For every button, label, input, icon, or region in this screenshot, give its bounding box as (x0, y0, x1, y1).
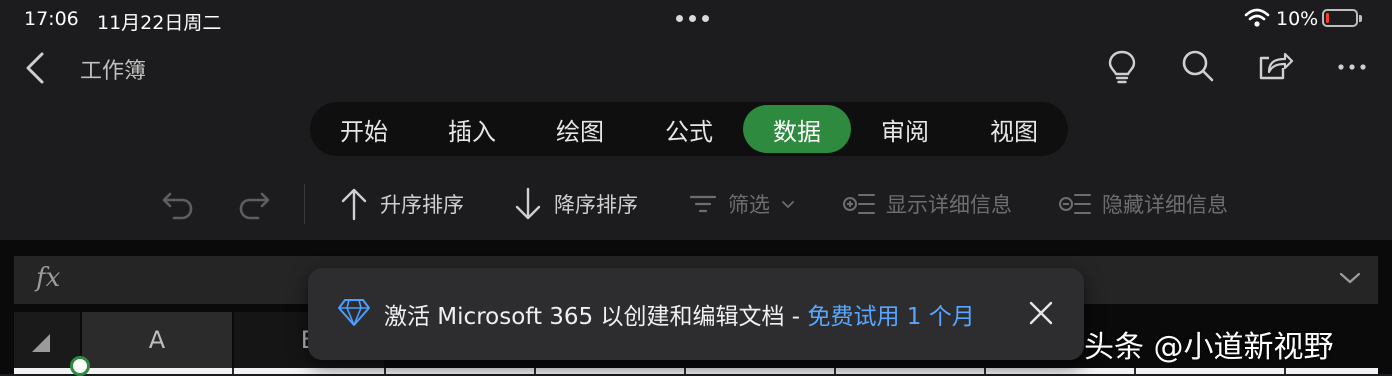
grid-line (384, 368, 386, 374)
filter-icon (689, 195, 717, 213)
wifi-icon (1244, 8, 1270, 27)
expand-formula-chevron-icon[interactable] (1336, 266, 1364, 290)
tab-view[interactable]: 视图 (960, 105, 1068, 153)
grid-line (834, 368, 836, 374)
tab-review[interactable]: 审阅 (851, 105, 959, 153)
arrow-down-icon (515, 187, 541, 220)
more-icon[interactable] (1332, 46, 1372, 86)
close-icon[interactable] (1026, 298, 1056, 328)
tab-draw[interactable]: 绘图 (526, 105, 634, 153)
free-trial-link[interactable]: 免费试用 1 个月 (807, 304, 974, 330)
lightbulb-icon[interactable] (1102, 46, 1142, 86)
ribbon-tabs: 开始 插入 绘图 公式 数据 审阅 视图 (310, 102, 1068, 156)
undo-icon[interactable] (158, 184, 198, 224)
sort-ascending-button[interactable]: 升序排序 (338, 182, 464, 226)
select-all-corner[interactable] (14, 312, 80, 368)
sort-descending-label: 降序排序 (554, 193, 638, 217)
grid-line (684, 368, 686, 374)
select-all-triangle-icon (32, 334, 50, 352)
tab-home[interactable]: 开始 (310, 105, 418, 153)
first-row[interactable] (14, 368, 1378, 374)
multitasking-dots-icon[interactable] (676, 10, 716, 26)
back-chevron-icon[interactable] (18, 48, 54, 88)
hide-details-button[interactable]: 隐藏详细信息 (1058, 182, 1228, 226)
grid-line (1134, 368, 1136, 374)
hide-details-icon (1059, 194, 1091, 214)
status-date: 11月22日周二 (97, 12, 222, 34)
toast-message: 激活 Microsoft 365 以创建和编辑文档 - 免费试用 1 个月 (384, 297, 975, 331)
toolbar-separator (304, 184, 305, 224)
column-header-a[interactable]: A (82, 312, 232, 368)
search-icon[interactable] (1178, 46, 1218, 86)
filter-label: 筛选 (728, 193, 770, 217)
show-details-button[interactable]: 显示详细信息 (842, 182, 1012, 226)
show-details-icon (843, 194, 875, 214)
battery-icon (1322, 9, 1362, 27)
show-details-label: 显示详细信息 (886, 193, 1012, 217)
tab-formulas[interactable]: 公式 (635, 105, 743, 153)
hide-details-label: 隐藏详细信息 (1102, 193, 1228, 217)
filter-button[interactable]: 筛选 (688, 182, 796, 226)
tab-data[interactable]: 数据 (743, 105, 851, 153)
grid-line (984, 368, 986, 374)
fx-label: fx (36, 263, 61, 293)
tab-insert[interactable]: 插入 (418, 105, 526, 153)
status-time: 17:06 (24, 8, 79, 30)
grid-line (534, 368, 536, 374)
sort-ascending-label: 升序排序 (380, 193, 464, 217)
grid-line (232, 368, 234, 374)
selection-handle[interactable] (70, 356, 90, 376)
sort-descending-button[interactable]: 降序排序 (512, 182, 638, 226)
diamond-icon (338, 299, 370, 326)
battery-percent: 10% (1276, 8, 1319, 30)
share-icon[interactable] (1255, 46, 1295, 86)
chevron-down-icon (782, 201, 794, 209)
arrow-up-icon (341, 188, 367, 221)
toast-message-text: 激活 Microsoft 365 以创建和编辑文档 - (384, 304, 808, 330)
watermark: 头条 @小道新视野 (1084, 330, 1334, 365)
redo-icon[interactable] (234, 184, 274, 224)
workbook-title: 工作簿 (80, 59, 147, 84)
grid-line (1284, 368, 1286, 374)
